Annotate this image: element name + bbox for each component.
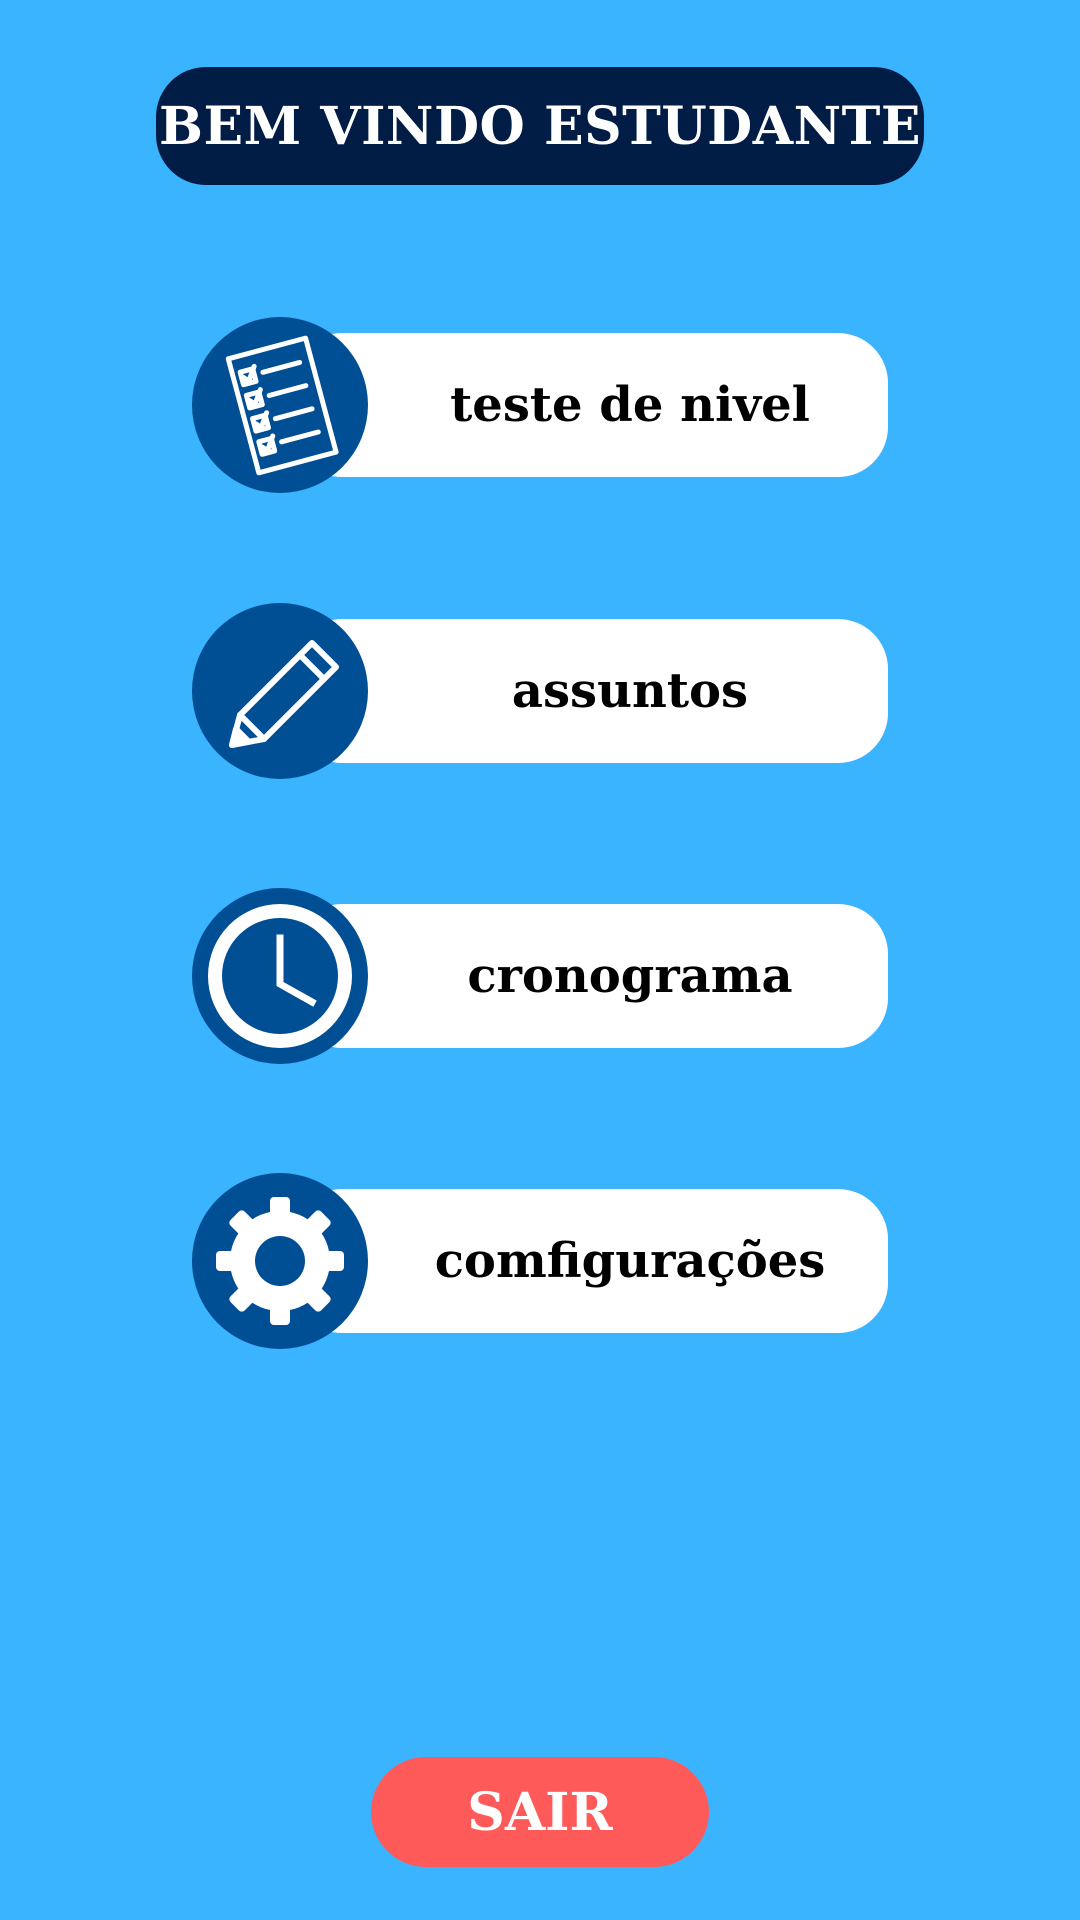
- page-title: BEM VINDO ESTUDANTE: [159, 95, 921, 157]
- clock-icon[interactable]: [192, 888, 368, 1064]
- gear-icon-graphic: [216, 1197, 344, 1325]
- menu-item-settings[interactable]: comfigurações: [192, 1173, 888, 1349]
- menu-item-label: comfigurações: [434, 1233, 826, 1289]
- menu-item-label: cronograma: [467, 948, 793, 1004]
- menu-item-subjects[interactable]: assuntos: [192, 603, 888, 779]
- pencil-icon[interactable]: [192, 603, 368, 779]
- welcome-header: BEM VINDO ESTUDANTE: [156, 67, 924, 185]
- menu-item-level-test[interactable]: teste de nivel: [192, 317, 888, 493]
- menu-item-pill[interactable]: assuntos: [292, 619, 888, 763]
- gear-icon[interactable]: [192, 1173, 368, 1349]
- menu-item-pill[interactable]: comfigurações: [292, 1189, 888, 1333]
- exit-button-label: SAIR: [467, 1781, 613, 1843]
- checklist-icon-graphic: [225, 335, 339, 476]
- menu-item-pill[interactable]: teste de nivel: [292, 333, 888, 477]
- exit-button[interactable]: SAIR: [371, 1757, 709, 1867]
- menu-item-schedule[interactable]: cronograma: [192, 888, 888, 1064]
- checklist-icon[interactable]: [192, 317, 368, 493]
- pencil-icon-graphic: [229, 640, 339, 748]
- clock-icon-graphic: [208, 904, 352, 1048]
- menu-item-pill[interactable]: cronograma: [292, 904, 888, 1048]
- menu-item-label: assuntos: [511, 663, 749, 719]
- menu-item-label: teste de nivel: [450, 377, 810, 433]
